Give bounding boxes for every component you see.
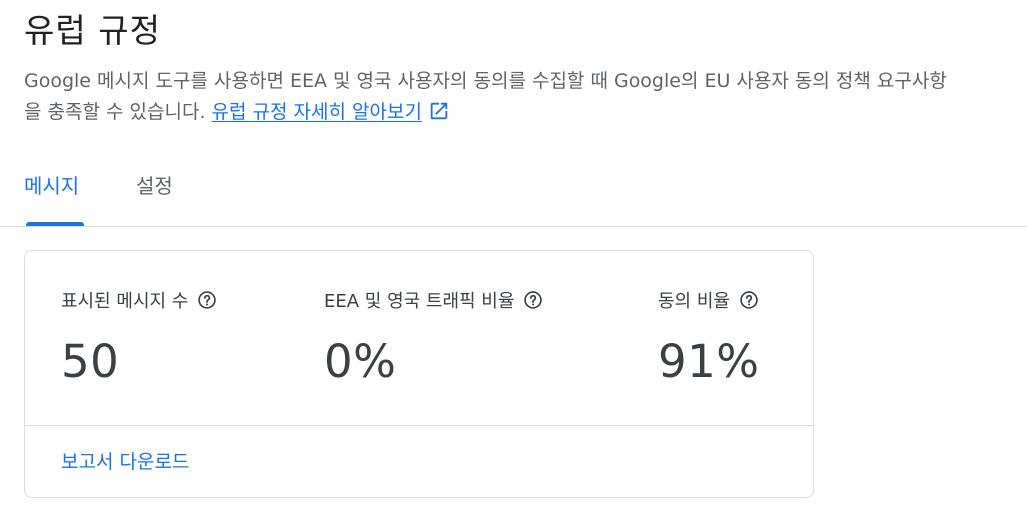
page-description: Google 메시지 도구를 사용하면 EEA 및 영국 사용자의 동의를 수집… [24,66,964,128]
tab-messages-label: 메시지 [24,174,80,198]
download-report-link[interactable]: 보고서 다운로드 [61,447,189,474]
stat-consent-rate: 동의 비율 91% [658,287,760,388]
active-tab-indicator [26,222,84,226]
stat-eea-uk-traffic: EEA 및 영국 트래픽 비율 0% [324,287,543,388]
tab-bar: 메시지 설정 [0,156,1027,227]
card-divider [25,425,813,426]
stat-value: 0% [324,335,397,388]
stat-label: 동의 비율 [658,291,730,312]
stat-value: 91% [658,335,760,388]
tab-settings[interactable]: 설정 [136,156,173,226]
stats-card: 표시된 메시지 수 50 EEA 및 영국 트래픽 비율 0% 동의 비율 91… [24,250,814,498]
learn-more-link-text: 유럽 규정 자세히 알아보기 [211,101,422,123]
help-icon[interactable] [523,290,543,310]
page-title: 유럽 규정 [24,11,161,50]
stat-label: EEA 및 영국 트래픽 비율 [324,291,515,312]
stat-messages-shown: 표시된 메시지 수 50 [61,287,217,388]
stat-value: 50 [61,335,120,388]
stat-label: 표시된 메시지 수 [61,291,189,312]
description-text: Google 메시지 도구를 사용하면 EEA 및 영국 사용자의 동의를 수집… [24,70,947,123]
open-in-new-icon[interactable] [428,100,450,122]
help-icon[interactable] [197,290,217,310]
tab-settings-label: 설정 [136,174,173,198]
learn-more-link[interactable]: 유럽 규정 자세히 알아보기 [212,101,422,123]
tab-messages[interactable]: 메시지 [24,156,84,226]
help-icon[interactable] [739,290,759,310]
